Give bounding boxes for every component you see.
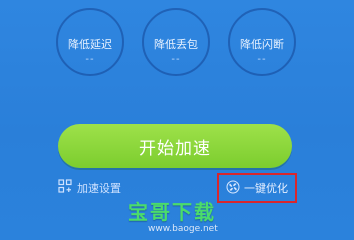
start-acceleration-button[interactable]: 开始加速 [58, 124, 292, 168]
latency-metric-value: -- [85, 54, 95, 65]
settings-grid-icon [58, 179, 72, 196]
one-click-optimize-button[interactable]: 一键优化 [217, 173, 297, 203]
disconnect-metric: 降低闪断 -- [228, 8, 296, 76]
acceleration-settings-link[interactable]: 加速设置 [58, 179, 121, 196]
watermark-title: 宝哥下载 [128, 200, 216, 224]
watermark-url: www.baoge.net [148, 224, 218, 234]
packet-loss-metric-title: 降低丢包 [154, 38, 198, 51]
acceleration-settings-label: 加速设置 [77, 181, 121, 195]
one-click-optimize-label: 一键优化 [244, 182, 288, 195]
packet-loss-metric-value: -- [171, 54, 181, 65]
fan-icon [226, 180, 240, 197]
latency-metric: 降低延迟 -- [56, 8, 124, 76]
packet-loss-metric: 降低丢包 -- [142, 8, 210, 76]
latency-metric-title: 降低延迟 [68, 38, 112, 51]
disconnect-metric-title: 降低闪断 [240, 38, 284, 51]
disconnect-metric-value: -- [257, 54, 267, 65]
accelerator-panel: 降低延迟 -- 降低丢包 -- 降低闪断 -- 开始加速 加速设置 一键优化 宝… [0, 0, 354, 240]
